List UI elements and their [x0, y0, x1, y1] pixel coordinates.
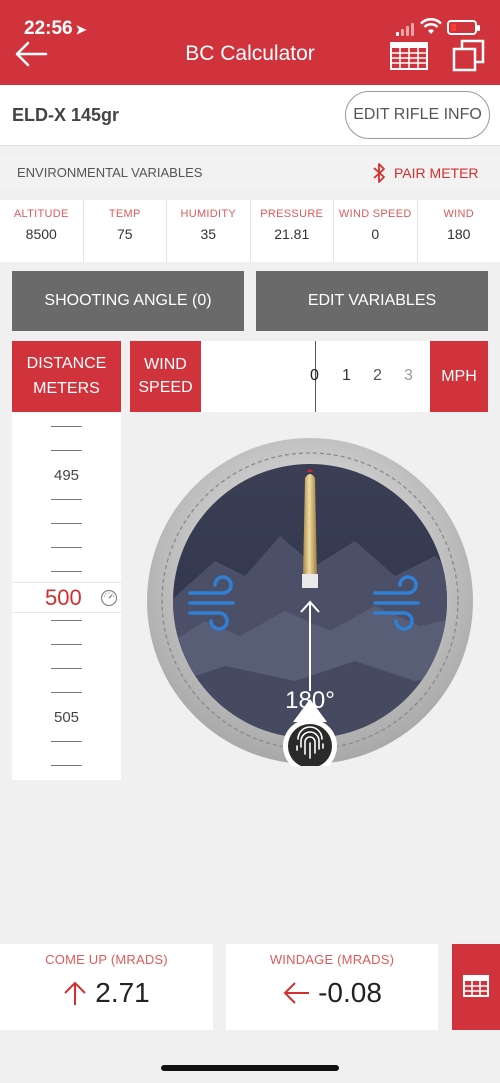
- env-label: ALTITUDE: [13, 208, 69, 220]
- env-label: HUMIDITY: [180, 208, 237, 220]
- env-pressure[interactable]: PRESSURE 21.81: [251, 200, 334, 262]
- env-label: WIND: [443, 208, 475, 220]
- shooting-angle-button[interactable]: SHOOTING ANGLE (0): [12, 271, 244, 331]
- up-arrow-icon: [64, 981, 86, 1005]
- grid-icon: [463, 974, 489, 997]
- env-value: 35: [200, 226, 217, 242]
- gauge-icon[interactable]: [100, 589, 118, 607]
- windage-panel: WINDAGE (MRADS) -0.08: [226, 944, 438, 1030]
- wind-direction-dial[interactable]: 180°: [145, 436, 475, 766]
- ammo-name: ELD-X 145gr: [12, 105, 120, 125]
- edit-variables-button[interactable]: EDIT VARIABLES: [256, 271, 488, 331]
- location-icon: ➤: [75, 22, 87, 37]
- distance-label-line2: METERS: [33, 380, 100, 397]
- env-altitude[interactable]: ALTITUDE 8500: [0, 200, 84, 262]
- ruler-tick: [51, 692, 82, 693]
- ruler-tick: [51, 668, 82, 669]
- env-value: 8500: [25, 226, 57, 242]
- ruler-tick: [51, 523, 82, 524]
- env-label: TEMP: [108, 208, 141, 220]
- env-temp[interactable]: TEMP 75: [84, 200, 167, 262]
- distance-ruler[interactable]: 495 500 505: [12, 412, 121, 780]
- ruler-label: 495: [53, 467, 80, 484]
- signal-icon: [396, 22, 416, 36]
- data-table-button[interactable]: [452, 944, 500, 1030]
- ruler-tick: [51, 450, 82, 451]
- wifi-icon: [420, 18, 442, 34]
- come-up-value: 2.71: [95, 977, 150, 1008]
- wind-scale-value[interactable]: 2: [373, 367, 382, 385]
- home-indicator[interactable]: [161, 1065, 339, 1071]
- table-icon[interactable]: [390, 42, 428, 70]
- pair-meter-button[interactable]: PAIR METER: [372, 160, 479, 186]
- ruler-tick: [51, 547, 82, 548]
- env-humidity[interactable]: HUMIDITY 35: [167, 200, 251, 262]
- wind-label-line2: SPEED: [138, 379, 193, 396]
- env-wind[interactable]: WIND 180: [418, 200, 500, 262]
- env-wind-speed[interactable]: WIND SPEED 0: [334, 200, 418, 262]
- wind-speed-scale[interactable]: 0 1 2 3: [201, 341, 430, 412]
- windage-label: WINDAGE (MRADS): [269, 952, 395, 967]
- wind-label-line1: WIND: [144, 356, 187, 373]
- pair-meter-label: PAIR METER: [394, 165, 479, 181]
- windage-value: -0.08: [318, 977, 382, 1008]
- ruler-tick: [51, 426, 82, 427]
- ruler-tick: [51, 765, 82, 766]
- ruler-tick: [51, 741, 82, 742]
- wind-scale-value[interactable]: 3: [404, 367, 413, 385]
- env-value: 180: [447, 226, 471, 242]
- env-label: WIND SPEED: [338, 208, 412, 220]
- ruler-selected: 500: [12, 582, 121, 613]
- ruler-label: 505: [53, 709, 80, 726]
- come-up-panel: COME UP (MRADS) 2.71: [0, 944, 213, 1030]
- status-time-text: 22:56: [24, 18, 73, 39]
- env-variables: ALTITUDE 8500 TEMP 75 HUMIDITY 35 PRESSURE 2…: [0, 200, 500, 262]
- bluetooth-icon: [373, 163, 385, 183]
- env-label: PRESSURE: [260, 208, 324, 220]
- env-section-header: ENVIRONMENTAL VARIABLES PAIR METER: [0, 156, 500, 188]
- status-time: 22:56 ➤: [24, 18, 87, 40]
- env-value: 21.81: [274, 226, 310, 242]
- ruler-tick: [51, 620, 82, 621]
- ruler-tick: [51, 499, 82, 500]
- windage-value-row: -0.08: [226, 977, 438, 1009]
- selected-distance: 500: [45, 585, 82, 610]
- battery-icon: [447, 20, 480, 35]
- wind-scale-value[interactable]: 1: [342, 367, 351, 385]
- wind-speed-label: WIND SPEED: [130, 341, 201, 412]
- distance-unit-label: DISTANCE METERS: [12, 341, 121, 412]
- edit-rifle-info-button[interactable]: EDIT RIFLE INFO: [345, 91, 490, 139]
- wind-unit-button[interactable]: MPH: [430, 341, 488, 412]
- ruler-tick: [51, 644, 82, 645]
- copy-icon[interactable]: [452, 38, 486, 72]
- left-arrow-icon: [283, 982, 310, 1004]
- env-value: 0: [371, 226, 380, 242]
- top-header: 22:56 ➤ BC Calculator: [0, 0, 500, 85]
- come-up-label: COME UP (MRADS): [45, 952, 168, 967]
- ammo-bar: ELD-X 145gr EDIT RIFLE INFO: [0, 85, 500, 146]
- ruler-tick: [51, 571, 82, 572]
- wind-scale-value[interactable]: 0: [310, 367, 319, 385]
- come-up-value-row: 2.71: [0, 977, 213, 1009]
- distance-label-line1: DISTANCE: [26, 355, 107, 372]
- env-section-title: ENVIRONMENTAL VARIABLES: [17, 165, 203, 180]
- env-value: 75: [116, 226, 133, 242]
